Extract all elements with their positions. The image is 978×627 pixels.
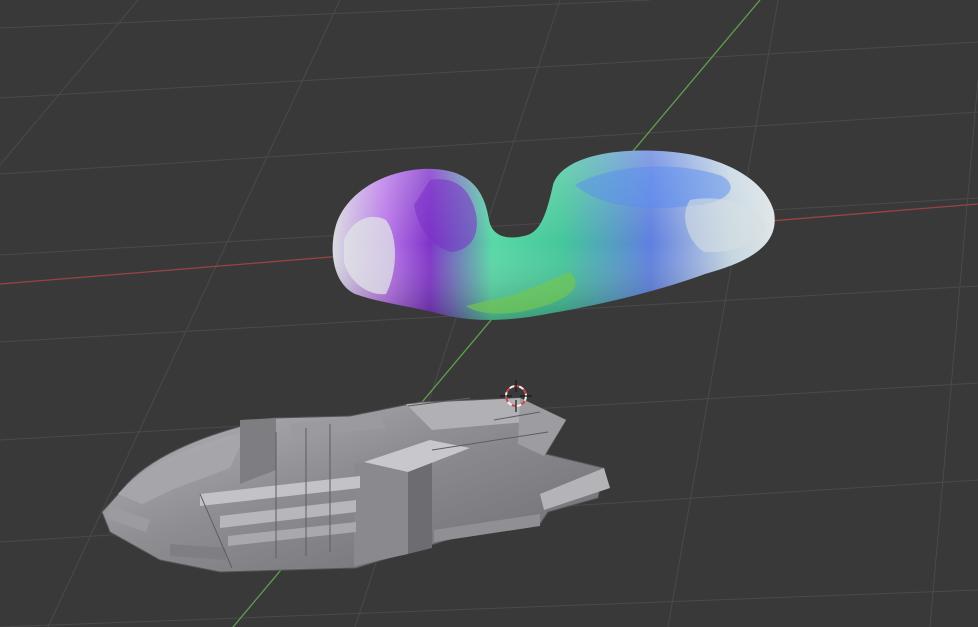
3d-viewport[interactable]: [0, 0, 978, 627]
viewport-canvas[interactable]: [0, 0, 978, 627]
